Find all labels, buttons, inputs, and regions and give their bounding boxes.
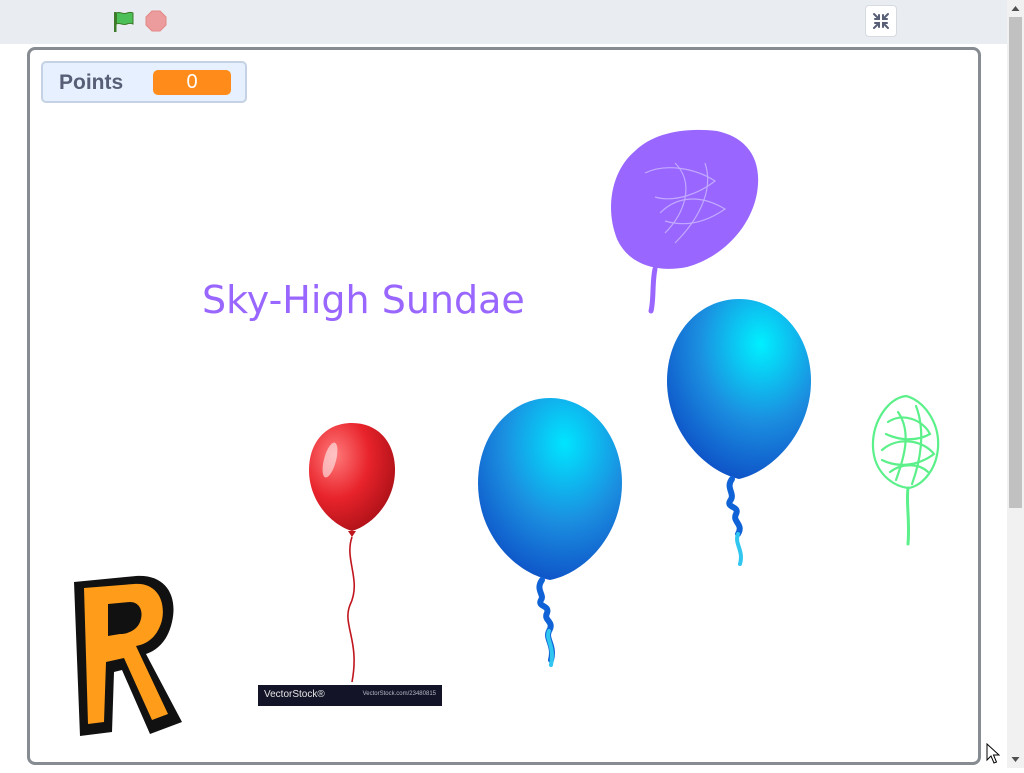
arrow-down-icon bbox=[1011, 757, 1020, 762]
watermark-brand: VectorStock® bbox=[264, 689, 325, 700]
vectorstock-watermark: VectorStock® VectorStock.com/23480815 bbox=[258, 685, 442, 706]
variable-monitor: Points 0 bbox=[41, 61, 247, 103]
scroll-thumb[interactable] bbox=[1009, 17, 1022, 508]
watermark-id: VectorStock.com/23480815 bbox=[362, 691, 436, 697]
letter-r-sprite[interactable] bbox=[70, 574, 185, 739]
exit-fullscreen-icon bbox=[873, 13, 889, 29]
monitor-value: 0 bbox=[153, 70, 231, 95]
red-balloon-sprite[interactable] bbox=[302, 420, 402, 685]
blue-balloon-sprite[interactable] bbox=[475, 395, 625, 670]
stage[interactable]: Points 0 Sky-High Sundae VectorStock® Ve… bbox=[27, 47, 981, 765]
game-title: Sky-High Sundae bbox=[202, 278, 525, 322]
monitor-label: Points bbox=[59, 71, 124, 94]
blue-balloon-sprite[interactable] bbox=[664, 296, 814, 571]
scroll-up-button[interactable] bbox=[1007, 0, 1024, 17]
arrow-up-icon bbox=[1011, 6, 1020, 11]
green-flag-button[interactable] bbox=[110, 8, 138, 36]
purple-scribble-balloon-sprite[interactable] bbox=[605, 123, 765, 315]
exit-fullscreen-button[interactable] bbox=[865, 5, 897, 37]
mouse-cursor-icon bbox=[986, 743, 1000, 764]
scroll-down-button[interactable] bbox=[1007, 751, 1024, 768]
stop-button[interactable] bbox=[144, 9, 168, 33]
stop-sign-icon bbox=[145, 10, 167, 32]
green-flag-icon bbox=[114, 11, 134, 32]
page-scrollbar[interactable] bbox=[1007, 0, 1024, 768]
stage-toolbar bbox=[0, 0, 1007, 44]
green-scribble-balloon-sprite[interactable] bbox=[868, 392, 948, 547]
